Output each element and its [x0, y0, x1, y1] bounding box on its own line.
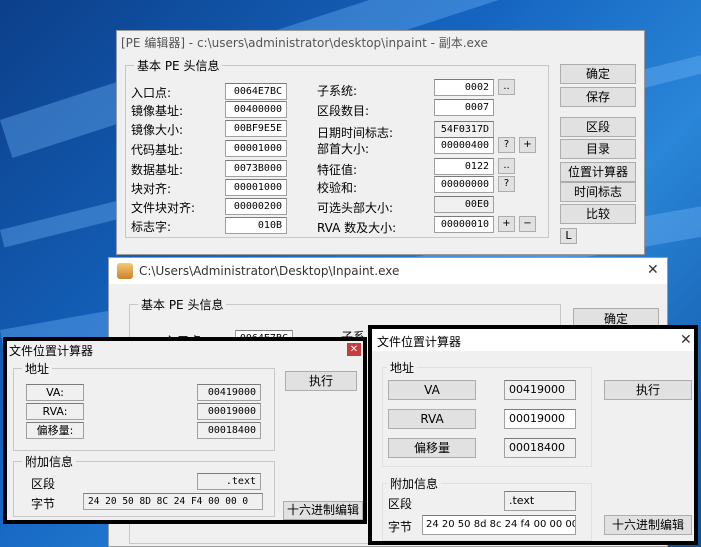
field-label: 可选头部大小: [317, 201, 394, 215]
more-button[interactable]: .. [498, 79, 515, 95]
group-title: 附加信息 [387, 475, 442, 492]
field-label: 子系统: [317, 84, 358, 98]
field-value[interactable]: 010B [225, 217, 287, 234]
hex-edit-button[interactable]: 十六进制编辑 [604, 515, 692, 535]
va-field[interactable]: 00419000 [197, 384, 261, 401]
app-icon [117, 263, 133, 279]
hex-edit-button[interactable]: 十六进制编辑 [283, 501, 363, 520]
close-icon[interactable]: ✕ [680, 332, 692, 348]
group-title: 地址 [387, 359, 418, 376]
time-stamp-button[interactable]: 时间标志 [560, 182, 636, 202]
rva-label: RVA: [26, 403, 84, 420]
title-bar: C:\Users\Administrator\Desktop\Inpaint.e… [109, 258, 667, 284]
field-label: 代码基址: [131, 143, 184, 157]
field-value[interactable]: 0007 [434, 99, 494, 116]
sections-button[interactable]: 区段 [560, 117, 636, 137]
title-bar: [PE 编辑器] - c:\users\administrator\deskto… [117, 31, 644, 53]
group-title: 地址 [22, 360, 53, 377]
field-value[interactable]: 00001000 [225, 140, 287, 157]
section-field[interactable]: .text [504, 491, 576, 511]
field-label: 入口点: [131, 86, 172, 100]
plus-button[interactable]: + [498, 216, 515, 232]
location-calculator-left: 文件位置计算器 ✕ 地址 VA: 00419000 RVA: 00019000 … [3, 337, 367, 524]
offset-button[interactable]: 偏移量 [388, 438, 476, 458]
bytes-field[interactable]: 24 20 50 8D 8C 24 F4 00 00 0 [83, 493, 263, 510]
section-field[interactable]: .text [197, 473, 261, 490]
close-icon[interactable]: ✕ [647, 262, 659, 278]
location-calculator-right: 文件位置计算器 ✕ 地址 VA 00419000 RVA 00019000 偏移… [368, 325, 698, 545]
field-label: 镜像基址: [131, 104, 184, 118]
window-title: C:\Users\Administrator\Desktop\Inpaint.e… [139, 264, 400, 278]
field-label: 块对齐: [131, 182, 172, 196]
ok-button[interactable]: 确定 [560, 64, 636, 84]
offset-field[interactable]: 00018400 [504, 438, 576, 458]
offset-field[interactable]: 00018400 [197, 422, 261, 439]
field-label: 文件块对齐: [131, 201, 196, 215]
group-title: 附加信息 [22, 453, 77, 470]
window-title: 文件位置计算器 [9, 344, 94, 358]
va-field[interactable]: 00419000 [504, 380, 576, 400]
section-label: 区段 [31, 477, 56, 491]
field-value[interactable]: 00000000 [434, 176, 494, 193]
bytes-field[interactable]: 24 20 50 8d 8c 24 f4 00 00 00 [422, 515, 576, 535]
close-icon[interactable]: ✕ [347, 343, 361, 356]
help-button[interactable]: ? [498, 176, 515, 192]
field-value[interactable]: 00000010 [434, 216, 494, 233]
field-value[interactable]: 00BF9E5E [225, 120, 287, 137]
compare-button[interactable]: 比较 [560, 204, 636, 224]
field-label: RVA 数及大小: [317, 221, 397, 235]
va-label: VA: [26, 384, 84, 401]
field-value[interactable]: 0002 [434, 79, 494, 96]
bytes-label: 字节 [388, 520, 413, 534]
field-value[interactable]: 00E0 [434, 196, 494, 213]
minus-button[interactable]: − [519, 216, 536, 232]
execute-button[interactable]: 执行 [604, 380, 692, 400]
window-title: [PE 编辑器] - c:\users\administrator\deskto… [121, 36, 488, 50]
va-button[interactable]: VA [388, 380, 476, 400]
field-value[interactable]: 00001000 [225, 179, 287, 196]
more-button[interactable]: .. [498, 158, 515, 174]
group-title: 基本 PE 头信息 [134, 57, 223, 74]
execute-button[interactable]: 执行 [285, 371, 357, 391]
field-label: 数据基址: [131, 163, 184, 177]
l-button[interactable]: L [560, 228, 577, 244]
field-label: 日期时间标志: [317, 126, 394, 140]
pe-editor-window: [PE 编辑器] - c:\users\administrator\deskto… [116, 30, 645, 255]
help-button[interactable]: ? [498, 137, 515, 153]
field-value[interactable]: 0122 [434, 158, 494, 175]
bytes-label: 字节 [31, 497, 56, 511]
rva-button[interactable]: RVA [388, 409, 476, 429]
location-calculator-button[interactable]: 位置计算器 [560, 162, 636, 182]
field-label: 区段数目: [317, 104, 370, 118]
field-label: 镜像大小: [131, 123, 184, 137]
directories-button[interactable]: 目录 [560, 139, 636, 159]
title-bar: 文件位置计算器 ✕ [372, 329, 694, 351]
field-value[interactable]: 00000400 [434, 137, 494, 154]
title-bar: 文件位置计算器 ✕ [7, 341, 363, 359]
field-value[interactable]: 54F0317D [434, 121, 494, 138]
group-title: 基本 PE 头信息 [138, 296, 227, 313]
field-label: 标志字: [131, 220, 172, 234]
offset-label: 偏移量: [26, 422, 84, 439]
field-label: 特征值: [317, 163, 358, 177]
field-value[interactable]: 0064E7BC [225, 83, 287, 100]
rva-field[interactable]: 00019000 [197, 403, 261, 420]
rva-field[interactable]: 00019000 [504, 409, 576, 429]
window-title: 文件位置计算器 [377, 335, 462, 349]
field-value[interactable]: 0073B000 [225, 160, 287, 177]
field-value[interactable]: 00400000 [225, 101, 287, 118]
plus-button[interactable]: + [519, 137, 536, 153]
save-button[interactable]: 保存 [560, 87, 636, 107]
section-label: 区段 [388, 497, 413, 511]
field-value[interactable]: 00000200 [225, 198, 287, 215]
field-label: 校验和: [317, 181, 358, 195]
field-label: 部首大小: [317, 142, 370, 156]
